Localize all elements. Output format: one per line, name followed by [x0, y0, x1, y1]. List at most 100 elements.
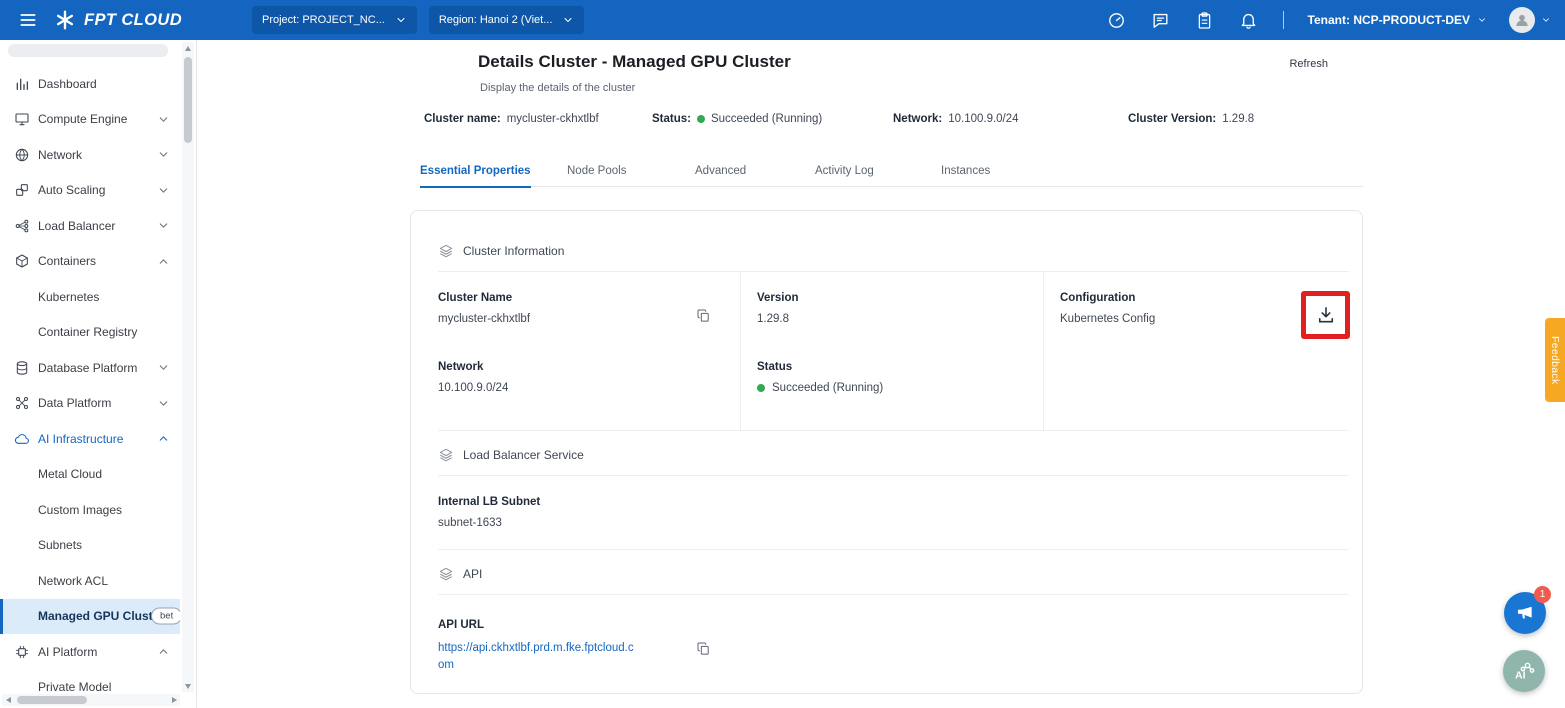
- summary-network: Network: 10.100.9.0/24: [893, 113, 1019, 125]
- sidebar-item-label: Container Registry: [38, 325, 137, 339]
- usage-gauge-button[interactable]: [1101, 4, 1133, 36]
- page-subtitle: Display the details of the cluster: [480, 82, 635, 94]
- sidebar-item-database-platform[interactable]: Database Platform: [0, 350, 180, 386]
- detail-tabs: Essential Properties Node Pools Advanced…: [420, 155, 1363, 187]
- sidebar-item-ai-infrastructure[interactable]: AI Infrastructure: [0, 421, 180, 457]
- sidebar-item-data-platform[interactable]: Data Platform: [0, 386, 180, 422]
- tab-instances[interactable]: Instances: [941, 155, 990, 187]
- field-status: Status Succeeded (Running): [741, 341, 1044, 430]
- notifications-button[interactable]: [1233, 4, 1265, 36]
- chevron-down-icon: [562, 14, 574, 26]
- sidebar-item-load-balancer[interactable]: Load Balancer: [0, 208, 180, 244]
- sidebar-item-custom-images[interactable]: Custom Images: [0, 492, 180, 528]
- scroll-down-button[interactable]: [182, 680, 194, 692]
- tasks-button[interactable]: [1189, 4, 1221, 36]
- chevron-down-icon: [157, 397, 170, 410]
- feedback-tab[interactable]: Feedback: [1545, 318, 1565, 402]
- copy-cluster-name-button[interactable]: [696, 308, 711, 326]
- field-label: API URL: [438, 619, 1349, 631]
- sidebar-item-dashboard[interactable]: Dashboard: [0, 66, 180, 102]
- status-dot: [697, 115, 705, 123]
- avatar: [1509, 7, 1535, 33]
- ai-assistant-fab[interactable]: [1503, 650, 1545, 692]
- sidebar-item-auto-scaling[interactable]: Auto Scaling: [0, 173, 180, 209]
- details-card: Cluster Information Cluster Name myclust…: [410, 210, 1363, 694]
- tab-advanced[interactable]: Advanced: [695, 155, 746, 187]
- sidebar-item-kubernetes[interactable]: Kubernetes: [0, 279, 180, 315]
- tab-activity-log[interactable]: Activity Log: [815, 155, 874, 187]
- sidebar-item-subnets[interactable]: Subnets: [0, 528, 180, 564]
- tab-label: Activity Log: [815, 165, 874, 177]
- scroll-right-button[interactable]: [168, 694, 180, 706]
- field-cluster-name: Cluster Name mycluster-ckhxtlbf: [438, 272, 741, 341]
- tab-essential-properties[interactable]: Essential Properties: [420, 155, 531, 187]
- chevron-down-icon: [1541, 15, 1551, 25]
- region-selector-label: Region: Hanoi 2 (Viet...: [439, 14, 553, 26]
- field-value: Succeeded (Running): [772, 382, 883, 394]
- copy-icon: [696, 308, 711, 323]
- sidebar-item-label: Containers: [38, 254, 96, 268]
- brand-logo[interactable]: FPT CLOUD: [54, 9, 214, 31]
- summary-label: Status:: [652, 113, 691, 125]
- chevron-down-icon: [157, 219, 170, 232]
- field-label: Status: [757, 361, 1027, 373]
- field-api-url: API URL https://api.ckhxtlbf.prd.m.fke.f…: [438, 595, 1349, 695]
- sidebar-vertical-scrollbar[interactable]: [182, 42, 194, 692]
- sidebar-item-container-registry[interactable]: Container Registry: [0, 315, 180, 351]
- summary-cluster-version: Cluster Version: 1.29.8: [1128, 113, 1254, 125]
- field-value: 10.100.9.0/24: [438, 382, 724, 394]
- sidebar-item-containers[interactable]: Containers: [0, 244, 180, 280]
- field-version: Version 1.29.8: [741, 272, 1044, 341]
- field-label: Network: [438, 361, 724, 373]
- tab-node-pools[interactable]: Node Pools: [567, 155, 626, 187]
- scroll-up-button[interactable]: [182, 42, 194, 54]
- data-platform-icon: [14, 395, 30, 411]
- api-url-link[interactable]: https://api.ckhxtlbf.prd.m.fke.fptcloud.…: [438, 640, 636, 675]
- sidebar-item-label: Dashboard: [38, 77, 97, 91]
- sidebar-item-ai-platform[interactable]: AI Platform: [0, 634, 180, 670]
- sidebar-item-label: Private Model: [38, 680, 111, 694]
- chevron-up-icon: [157, 255, 170, 268]
- dashboard-icon: [14, 76, 30, 92]
- tab-label: Essential Properties: [420, 165, 531, 177]
- sidebar-item-compute-engine[interactable]: Compute Engine: [0, 102, 180, 138]
- project-selector[interactable]: Project: PROJECT_NC...: [252, 6, 417, 34]
- sidebar-item-network[interactable]: Network: [0, 137, 180, 173]
- sidebar-item-private-model[interactable]: Private Model: [0, 670, 180, 695]
- summary-cluster-name: Cluster name: mycluster-ckhxtlbf: [424, 113, 599, 125]
- region-selector[interactable]: Region: Hanoi 2 (Viet...: [429, 6, 585, 34]
- sidebar-partial-item: [8, 44, 168, 57]
- field-value: 1.29.8: [757, 313, 1027, 325]
- sidebar-item-label: Compute Engine: [38, 112, 127, 126]
- sidebar-item-label: Network: [38, 148, 82, 162]
- sidebar-item-metal-cloud[interactable]: Metal Cloud: [0, 457, 180, 493]
- avatar-menu[interactable]: [1509, 7, 1551, 33]
- section-load-balancer-service: Load Balancer Service: [438, 431, 1349, 476]
- sidebar-item-managed-gpu-cluster[interactable]: Managed GPU Cluster bet: [0, 599, 180, 635]
- scroll-left-button[interactable]: [2, 694, 14, 706]
- section-api: API: [438, 550, 1349, 595]
- header-divider: [1283, 11, 1284, 29]
- refresh-button[interactable]: Refresh: [1283, 57, 1334, 71]
- notification-badge: 1: [1534, 586, 1551, 603]
- sidebar-item-network-acl[interactable]: Network ACL: [0, 563, 180, 599]
- vertical-scrollbar-thumb[interactable]: [184, 57, 192, 143]
- tenant-selector[interactable]: Tenant: NCP-PRODUCT-DEV: [1302, 12, 1493, 28]
- sidebar-item-label: Metal Cloud: [38, 467, 102, 481]
- section-cluster-information: Cluster Information: [438, 243, 1349, 272]
- sidebar-horizontal-scrollbar[interactable]: [2, 694, 180, 706]
- horizontal-scrollbar-thumb[interactable]: [17, 696, 87, 704]
- copy-icon: [696, 641, 711, 656]
- summary-value: 10.100.9.0/24: [948, 113, 1018, 125]
- field-network: Network 10.100.9.0/24: [438, 341, 741, 430]
- containers-icon: [14, 253, 30, 269]
- support-chat-button[interactable]: [1145, 4, 1177, 36]
- sidebar: Dashboard Compute Engine Network Auto Sc…: [0, 40, 197, 708]
- field-internal-lb-subnet: Internal LB Subnet subnet-1633: [438, 476, 1349, 550]
- sidebar-item-label: Kubernetes: [38, 290, 99, 304]
- menu-button[interactable]: [14, 6, 42, 34]
- summary-label: Cluster name:: [424, 113, 501, 125]
- section-title: Cluster Information: [463, 244, 564, 258]
- load-balancer-icon: [14, 218, 30, 234]
- copy-api-url-button[interactable]: [696, 641, 711, 659]
